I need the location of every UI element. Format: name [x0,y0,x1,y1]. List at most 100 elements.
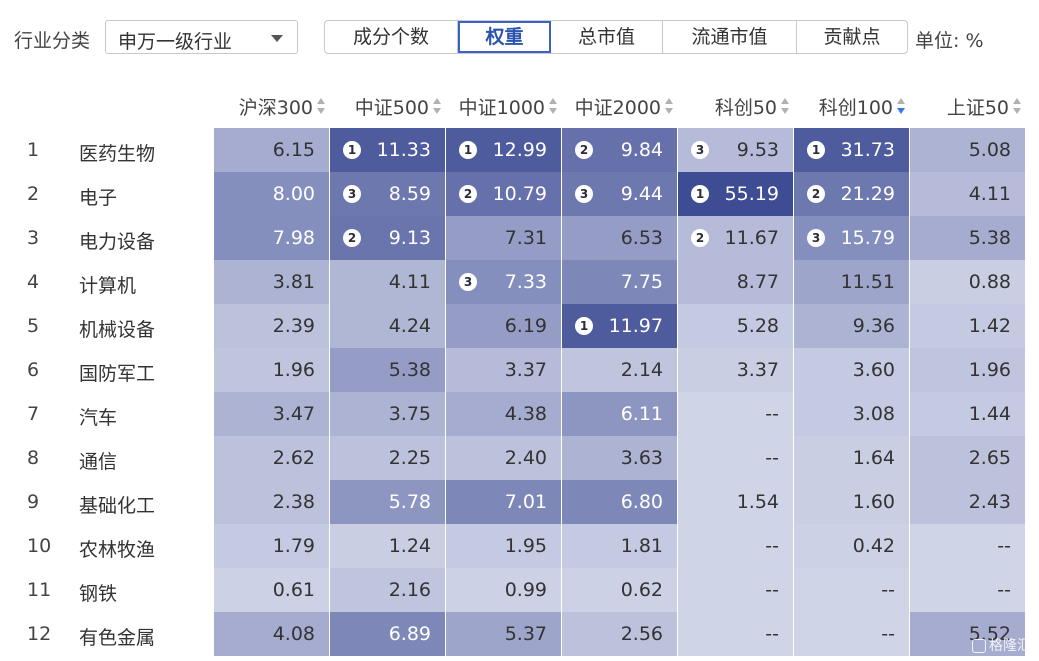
table-row[interactable]: 12 有色金属 4.08 6.89 5.37 2.56 -- -- 5.52 [0,612,1039,656]
weight-cell: 0.99 [446,568,561,612]
weight-cell: 11.51 [794,260,909,304]
table-row[interactable]: 7 汽车 3.47 3.75 4.38 6.11 -- 3.08 1.44 [0,392,1039,436]
weight-value: 2.65 [968,447,1011,469]
weight-cell: 2.65 [910,436,1025,480]
column-header[interactable]: 中证500 [326,93,442,121]
row-rank: 12 [27,623,52,645]
weight-cell: 1.60 [794,480,909,524]
weight-cell: -- [794,612,909,656]
industry-name: 机械设备 [79,319,156,341]
weight-value: 6.80 [620,491,663,513]
column-header[interactable]: 沪深300 [210,93,326,121]
tab-total-market-cap[interactable]: 总市值 [551,21,663,53]
weight-cell: -- [678,524,793,568]
weight-cell: -- [678,392,793,436]
table-row[interactable]: 9 基础化工 2.38 5.78 7.01 6.80 1.54 1.60 2.43 [0,480,1039,524]
weight-value: 5.78 [388,491,431,513]
weight-cell: 3 9.53 [678,128,793,172]
table-row[interactable]: 8 通信 2.62 2.25 2.40 3.63 -- 1.64 2.65 [0,436,1039,480]
weight-value: 6.89 [388,623,431,645]
weight-cell: 3.47 [214,392,329,436]
industry-select-value: 申万一级行业 [118,31,233,53]
weight-value: 3.47 [272,403,315,425]
weight-cell: 1.95 [446,524,561,568]
table-row[interactable]: 11 钢铁 0.61 2.16 0.99 0.62 -- -- -- [0,568,1039,612]
column-header[interactable]: 中证1000 [442,93,558,121]
row-rank: 2 [27,183,40,205]
weight-value: 4.11 [968,183,1011,205]
column-header-label: 中证2000 [574,97,661,119]
rank-badge-icon: 3 [459,273,477,291]
weight-value: 2.43 [968,491,1011,513]
sort-icon[interactable] [897,98,906,116]
industry-name: 通信 [79,451,118,473]
industry-name: 汽车 [79,407,118,429]
weight-cell: 2 21.29 [794,172,909,216]
weight-cell: -- [678,612,793,656]
rank-badge-icon: 1 [807,141,825,159]
column-header[interactable]: 上证50 [906,93,1022,121]
weight-cell: 1.64 [794,436,909,480]
weight-value: 2.39 [272,315,315,337]
weight-value: 3.37 [736,359,779,381]
industry-name: 钢铁 [79,583,118,605]
weight-value: -- [997,535,1011,557]
rank-badge-icon: 2 [343,229,361,247]
weight-cell: 0.62 [562,568,677,612]
weight-value: 9.44 [620,183,663,205]
weight-cell: 1 12.99 [446,128,561,172]
column-header[interactable]: 中证2000 [558,93,674,121]
sort-icon[interactable] [781,98,790,116]
tab-float-market-cap[interactable]: 流通市值 [663,21,797,53]
table-row[interactable]: 6 国防军工 1.96 5.38 3.37 2.14 3.37 3.60 1.96 [0,348,1039,392]
row-rank: 11 [27,579,52,601]
weight-cell: -- [910,568,1025,612]
table-row[interactable]: 3 电力设备 7.98 2 9.13 7.31 6.53 2 11.67 3 15.79 5.38 [0,216,1039,260]
weight-cell: 1.54 [678,480,793,524]
weight-cell: 2.16 [330,568,445,612]
weight-value: 2.16 [388,579,431,601]
tab-contribution-points[interactable]: 贡献点 [797,21,907,53]
rank-badge-icon: 3 [343,185,361,203]
row-rank: 6 [27,359,40,381]
weight-cell: 0.88 [910,260,1025,304]
weight-value: 11.67 [724,227,779,249]
weight-value: 0.42 [852,535,895,557]
weight-cell: 3 8.59 [330,172,445,216]
table-row[interactable]: 5 机械设备 2.39 4.24 6.19 1 11.97 5.28 9.36 1.42 [0,304,1039,348]
sort-icon[interactable] [433,98,442,116]
weight-cell: 1 11.33 [330,128,445,172]
weight-cell: 2 10.79 [446,172,561,216]
row-rank: 8 [27,447,40,469]
weight-cell: 1.96 [910,348,1025,392]
table-row[interactable]: 10 农林牧渔 1.79 1.24 1.95 1.81 -- 0.42 -- [0,524,1039,568]
weight-value: 7.75 [620,271,663,293]
rank-badge-icon: 1 [343,141,361,159]
weight-cell: 2 11.67 [678,216,793,260]
tab-weight[interactable]: 权重 [458,21,551,53]
column-header-label: 科创100 [818,97,893,119]
column-header[interactable]: 科创100 [790,93,906,121]
weight-cell: 2.14 [562,348,677,392]
weight-value: 21.29 [840,183,895,205]
table-row[interactable]: 2 电子 8.00 3 8.59 2 10.79 3 9.44 1 55.19 2 21.29 4.11 [0,172,1039,216]
weight-cell: 7.31 [446,216,561,260]
industry-select[interactable]: 申万一级行业 [105,20,298,54]
sort-icon[interactable] [317,98,326,116]
column-header[interactable]: 科创50 [674,93,790,121]
table-row[interactable]: 1 医药生物 6.15 1 11.33 1 12.99 2 9.84 3 9.53 1 31.73 5.0… [0,128,1039,172]
weight-cell: -- [678,436,793,480]
weight-value: 2.56 [620,623,663,645]
table-row[interactable]: 4 计算机 3.81 4.11 3 7.33 7.75 8.77 11.51 0.88 [0,260,1039,304]
tab-constituent-count[interactable]: 成分个数 [325,21,458,53]
sort-icon[interactable] [1013,98,1022,116]
sort-icon[interactable] [665,98,674,116]
weight-cell: 8.00 [214,172,329,216]
column-header-label: 上证50 [946,97,1009,119]
rank-badge-icon: 1 [459,141,477,159]
weight-cell: 2.38 [214,480,329,524]
sort-icon[interactable] [549,98,558,116]
weight-value: 12.99 [492,139,547,161]
weight-cell: 3.37 [446,348,561,392]
weight-value: 1.54 [736,491,779,513]
